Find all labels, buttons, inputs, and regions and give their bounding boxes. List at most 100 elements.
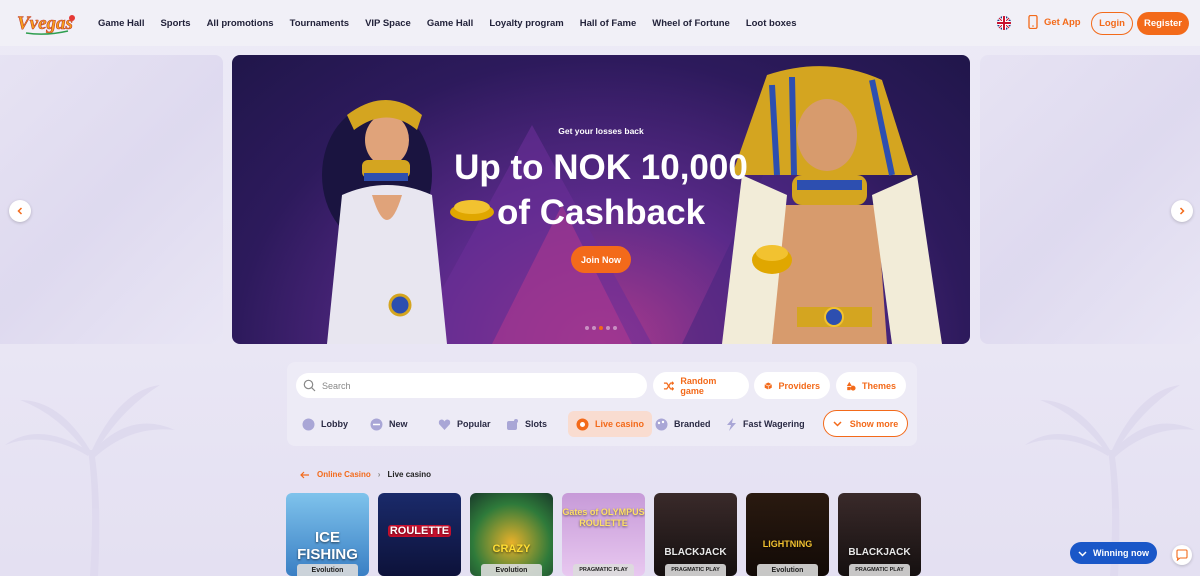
nav-item-loot-boxes[interactable]: Loot boxes — [738, 18, 805, 29]
nav-item-all-promotions[interactable]: All promotions — [199, 18, 282, 29]
game-tile-ice-fishing[interactable]: ICE FISHING Evolution — [286, 493, 369, 576]
category-branded-label: Branded — [674, 419, 711, 429]
shuffle-icon — [663, 380, 675, 391]
category-fast-wagering-label: Fast Wagering — [743, 419, 805, 429]
game-provider: Evolution — [757, 564, 818, 576]
slots-icon — [507, 418, 518, 430]
nav-item-vip-space[interactable]: VIP Space — [357, 18, 419, 29]
game-grid: ICE FISHING Evolution ROULETTE CRAZY Evo… — [286, 493, 921, 576]
next-banner-preview[interactable] — [980, 55, 1200, 344]
game-title: LIGHTNING — [762, 539, 813, 549]
arrow-left-icon[interactable] — [300, 471, 310, 479]
hero-subtitle: Get your losses back — [558, 126, 644, 136]
chevron-down-icon — [833, 421, 842, 427]
shapes-icon — [846, 381, 856, 391]
random-game-label: Random game — [680, 375, 717, 396]
game-title: BLACKJACK — [664, 547, 727, 558]
game-title: ICE FISHING — [297, 529, 358, 563]
search-icon — [303, 379, 316, 392]
game-title: ROULETTE — [388, 525, 451, 537]
search-box[interactable] — [296, 373, 647, 398]
login-button[interactable]: Login — [1091, 12, 1133, 35]
vvegas-logo[interactable]: Vvegas — [16, 9, 78, 37]
category-slots[interactable]: Slots — [506, 413, 547, 435]
heart-icon — [438, 419, 451, 430]
carousel-next-button[interactable] — [1171, 200, 1193, 222]
category-lobby-label: Lobby — [321, 419, 348, 429]
category-slots-label: Slots — [525, 419, 548, 429]
carousel-prev-button[interactable] — [9, 200, 31, 222]
chat-icon — [1176, 549, 1188, 561]
category-branded[interactable]: Branded — [655, 413, 711, 435]
carousel-dot-4[interactable] — [606, 326, 610, 330]
game-title: BLACKJACK — [848, 547, 911, 558]
game-tile-lightning[interactable]: LIGHTNING Evolution — [746, 493, 829, 576]
live-icon — [576, 418, 589, 430]
carousel-dot-3[interactable] — [599, 326, 603, 330]
lightning-icon — [727, 417, 736, 431]
providers-label: Providers — [778, 380, 820, 391]
category-new[interactable]: New — [370, 413, 408, 435]
get-app-button[interactable]: Get App — [1028, 15, 1081, 29]
nav-item-sports[interactable]: Sports — [152, 18, 198, 29]
carousel-dots — [585, 326, 617, 330]
game-title: CRAZY — [492, 543, 531, 555]
chevron-left-icon — [17, 207, 23, 215]
category-live-casino-label: Live casino — [595, 419, 645, 429]
show-more-label: Show more — [849, 418, 899, 429]
chevron-down-icon — [1078, 550, 1087, 557]
game-title: Gates of OLYMPUS ROULETTE — [562, 507, 645, 528]
lobby-icon — [302, 418, 315, 430]
main-nav: Game Hall Sports All promotions Tourname… — [90, 0, 805, 46]
get-app-label: Get App — [1044, 16, 1081, 28]
game-tile-crazy[interactable]: CRAZY Evolution — [470, 493, 553, 576]
category-lobby[interactable]: Lobby — [302, 413, 348, 435]
carousel-dot-5[interactable] — [613, 326, 617, 330]
show-more-button[interactable]: Show more — [823, 410, 908, 437]
game-provider: PRAGMATIC PLAY — [849, 564, 910, 576]
hero-banner: Get your losses back Up to NOK 10,000 of… — [232, 55, 970, 344]
winning-now-label: Winning now — [1093, 548, 1149, 558]
palette-icon — [655, 418, 668, 430]
phone-icon — [1028, 15, 1038, 29]
box-icon — [764, 381, 772, 390]
carousel-dot-2[interactable] — [592, 326, 596, 330]
chevron-right-icon — [1179, 207, 1185, 215]
game-provider: Evolution — [297, 564, 358, 576]
nav-item-hall-of-fame[interactable]: Hall of Fame — [572, 18, 645, 29]
chat-button[interactable] — [1172, 545, 1192, 565]
random-game-button[interactable]: Random game — [653, 372, 749, 399]
nav-item-tournaments[interactable]: Tournaments — [282, 18, 357, 29]
breadcrumb-online-casino[interactable]: Online Casino — [317, 470, 371, 479]
top-header: Vvegas Game Hall Sports All promotions T… — [0, 0, 1200, 46]
nav-item-wheel-of-fortune[interactable]: Wheel of Fortune — [644, 18, 738, 29]
nav-item-game-hall[interactable]: Game Hall — [90, 18, 152, 29]
palm-tree-decoration-left — [5, 385, 175, 576]
nav-item-loyalty-program[interactable]: Loyalty program — [481, 18, 571, 29]
game-tile-gates-of-olympus-roulette[interactable]: Gates of OLYMPUS ROULETTE PRAGMATIC PLAY — [562, 493, 645, 576]
nav-item-game-hall-2[interactable]: Game Hall — [419, 18, 481, 29]
category-live-casino[interactable]: Live casino — [568, 411, 653, 437]
carousel-dot-1[interactable] — [585, 326, 589, 330]
category-new-label: New — [389, 419, 408, 429]
themes-button[interactable]: Themes — [836, 372, 906, 399]
winning-now-button[interactable]: Winning now — [1070, 542, 1157, 564]
category-popular[interactable]: Popular — [438, 413, 491, 435]
game-tile-blackjack-1[interactable]: BLACKJACK PRAGMATIC PLAY — [654, 493, 737, 576]
category-popular-label: Popular — [457, 419, 491, 429]
game-tile-roulette[interactable]: ROULETTE — [378, 493, 461, 576]
register-button[interactable]: Register — [1137, 12, 1189, 35]
game-provider: PRAGMATIC PLAY — [665, 564, 726, 576]
category-fast-wagering[interactable]: Fast Wagering — [726, 413, 805, 435]
breadcrumb-separator-icon: › — [377, 470, 381, 479]
game-provider: PRAGMATIC PLAY — [573, 564, 634, 576]
uk-flag-icon[interactable] — [997, 16, 1011, 30]
join-now-button[interactable]: Join Now — [571, 246, 631, 273]
breadcrumb: Online Casino › Live casino — [300, 470, 431, 479]
game-tile-blackjack-2[interactable]: BLACKJACK PRAGMATIC PLAY — [838, 493, 921, 576]
previous-banner-preview[interactable] — [0, 55, 223, 344]
themes-label: Themes — [861, 380, 896, 391]
new-icon — [370, 418, 383, 430]
search-input[interactable] — [322, 380, 622, 391]
providers-button[interactable]: Providers — [754, 372, 830, 399]
